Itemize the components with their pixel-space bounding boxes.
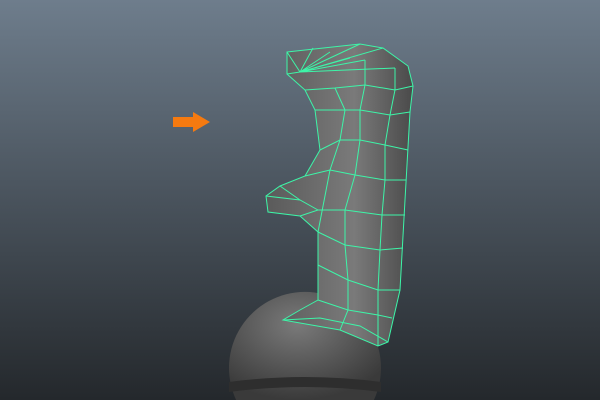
viewport-canvas[interactable] [0, 0, 600, 400]
3d-viewport[interactable] [0, 0, 600, 400]
